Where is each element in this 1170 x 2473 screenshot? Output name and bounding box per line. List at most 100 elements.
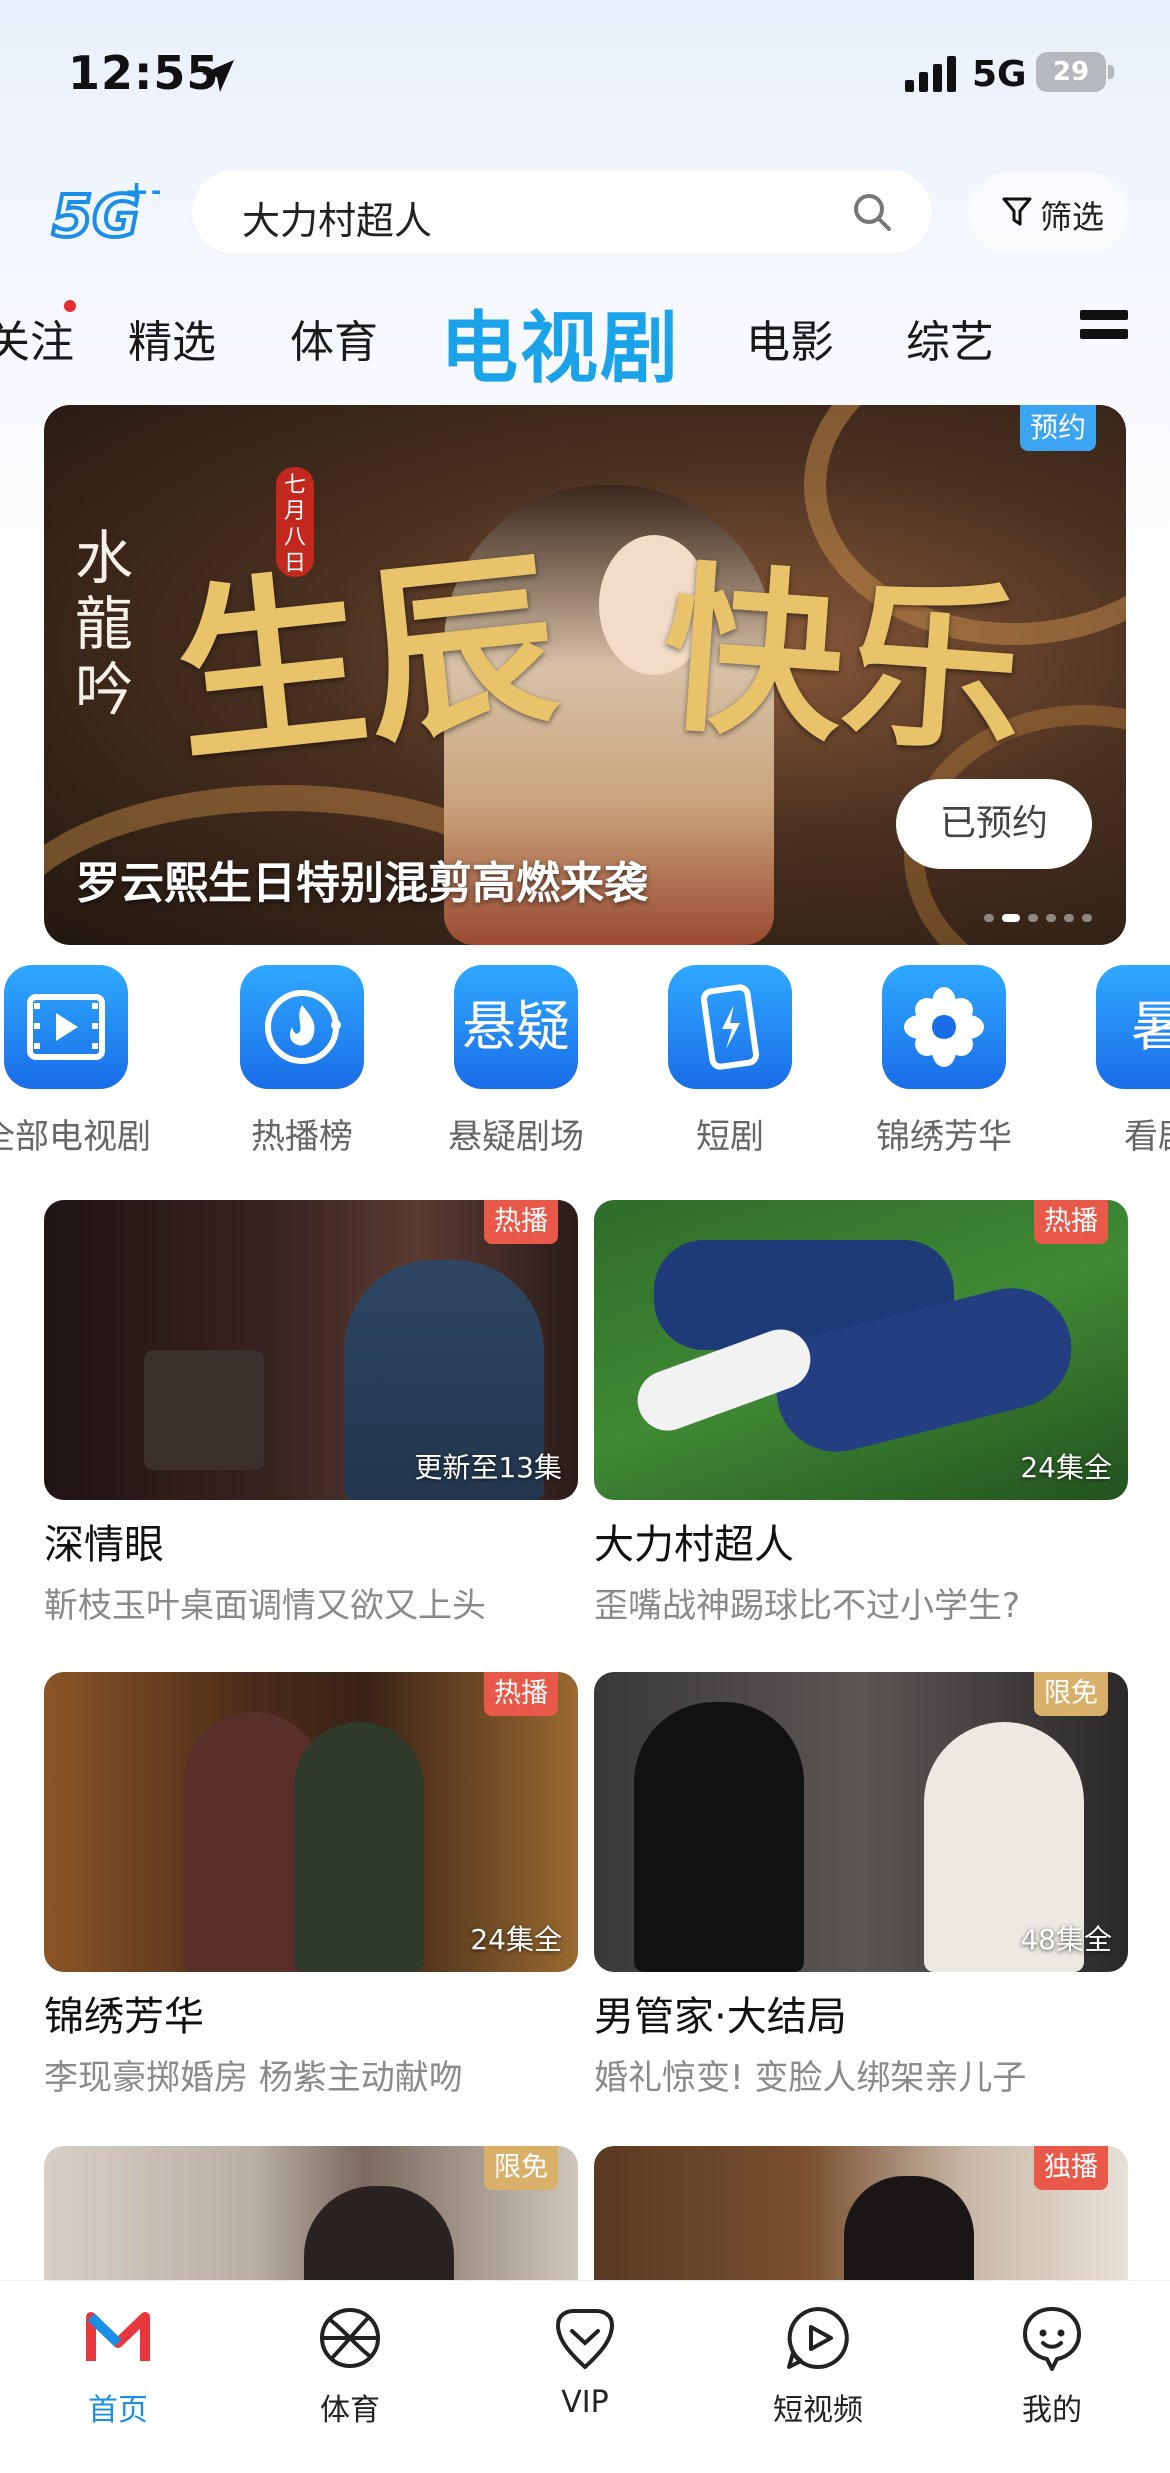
carousel-dot: [1046, 914, 1056, 922]
category-hot-list[interactable]: 热播榜: [202, 965, 402, 1158]
show-card[interactable]: 热播 更新至13集 深情眼 靳枝玉叶桌面调情又欲又上头: [44, 1200, 578, 1627]
tab-variety[interactable]: 综艺: [906, 306, 994, 370]
episode-count: 更新至13集: [414, 1451, 562, 1484]
svg-text:++: ++: [124, 175, 160, 210]
episode-count: 48集全: [1020, 1923, 1112, 1956]
nav-home[interactable]: 首页: [38, 2303, 198, 2429]
hot-badge: 热播: [1034, 1200, 1108, 1244]
banner-headline-right: 快乐: [655, 543, 1030, 780]
tab-featured[interactable]: 精选: [128, 306, 216, 370]
show-card[interactable]: 热播 24集全 锦绣芳华 李现豪掷婚房 杨紫主动献吻: [44, 1672, 578, 2099]
show-title: 大力村超人: [594, 1522, 794, 1568]
category-label: 悬疑剧场: [448, 1117, 584, 1157]
show-thumbnail: 限免: [44, 2146, 578, 2280]
show-subtitle: 婚礼惊变! 变脸人绑架亲儿子: [594, 2058, 1027, 2098]
flower-icon: [904, 987, 984, 1067]
show-card[interactable]: 限免 48集全 男管家·大结局 婚礼惊变! 变脸人绑架亲儿子: [594, 1672, 1128, 2099]
category-label: 短剧: [696, 1117, 764, 1157]
tab-follow[interactable]: 关注: [0, 306, 74, 370]
category-all-tv[interactable]: 全部电视剧: [0, 965, 166, 1158]
category-suspense[interactable]: 悬疑 悬疑剧场: [416, 965, 616, 1158]
signal-icon: [905, 56, 956, 92]
basketball-icon: [320, 2308, 380, 2368]
location-arrow-icon: [202, 60, 234, 92]
show-card[interactable]: 独播: [594, 2146, 1128, 2280]
vip-icon: [556, 2309, 614, 2369]
show-card[interactable]: 限免: [44, 2146, 578, 2280]
filter-button[interactable]: 筛选: [968, 172, 1128, 252]
tab-sports[interactable]: 体育: [290, 306, 378, 370]
category-jinxiu-fanghua[interactable]: 锦绣芳华: [844, 965, 1044, 1158]
carousel-dot: [1002, 914, 1020, 922]
nav-label: 短视频: [773, 2393, 863, 2428]
app-logo-icon: 5G ++: [50, 175, 160, 248]
show-title: 深情眼: [44, 1522, 164, 1568]
carousel-dot: [1028, 914, 1038, 922]
nav-sports[interactable]: 体育: [270, 2303, 430, 2429]
episode-count: 24集全: [1020, 1451, 1112, 1484]
show-thumbnail: 限免 48集全: [594, 1672, 1128, 1972]
nav-label: 我的: [1022, 2393, 1082, 2428]
carousel-dot: [984, 914, 994, 922]
nav-vip[interactable]: VIP: [505, 2303, 665, 2420]
category-tabs: 关注 精选 体育 电视剧 电影 综艺: [0, 280, 1170, 394]
battery-level: 29: [1052, 57, 1090, 87]
filter-label: 筛选: [1040, 198, 1105, 236]
show-thumbnail: 热播 24集全: [594, 1200, 1128, 1500]
carousel-dot: [1064, 914, 1074, 922]
episode-count: 24集全: [470, 1923, 562, 1956]
hero-banner[interactable]: 水龍吟 七月八日 生辰 快乐 预约 罗云熙生日特别混剪高燃来袭 已预约: [44, 405, 1126, 945]
nav-label: 首页: [88, 2393, 148, 2428]
free-badge: 限免: [484, 2146, 558, 2190]
profile-icon: [1023, 2307, 1081, 2371]
hot-badge: 热播: [484, 1200, 558, 1244]
category-short-drama[interactable]: 短剧: [630, 965, 830, 1158]
category-label: 看剧: [1124, 1117, 1170, 1157]
menu-icon[interactable]: [1080, 310, 1128, 350]
show-subtitle: 靳枝玉叶桌面调情又欲又上头: [44, 1586, 486, 1626]
play-circle-icon: [787, 2307, 849, 2369]
summer-icon: 暑: [1131, 995, 1170, 1058]
bottom-nav: 首页 体育 VIP 短视频 我的: [0, 2280, 1170, 2473]
category-label: 全部电视剧: [0, 1117, 151, 1157]
show-card[interactable]: 热播 24集全 大力村超人 歪嘴战神踢球比不过小学生?: [594, 1200, 1128, 1627]
search-bar[interactable]: 大力村超人: [192, 170, 932, 254]
show-title: 锦绣芳华: [44, 1994, 204, 2040]
nav-label: VIP: [561, 2385, 609, 2420]
search-input[interactable]: 大力村超人: [242, 190, 432, 245]
free-badge: 限免: [1034, 1672, 1108, 1716]
flame-icon: [265, 990, 341, 1064]
suspense-icon: 悬疑: [462, 995, 570, 1058]
tab-movies[interactable]: 电影: [746, 306, 834, 370]
show-thumbnail: 热播 24集全: [44, 1672, 578, 1972]
show-subtitle: 歪嘴战神踢球比不过小学生?: [594, 1586, 1021, 1626]
search-icon[interactable]: [852, 192, 892, 232]
battery-icon: 29: [1036, 52, 1114, 92]
phone-bolt-icon: [700, 984, 760, 1070]
status-bar: 12:55 5G 29: [0, 0, 1170, 150]
carousel-indicator: [976, 907, 1092, 922]
network-type: 5G: [972, 54, 1027, 95]
notification-dot: [64, 300, 76, 312]
nav-profile[interactable]: 我的: [972, 2303, 1132, 2429]
nav-short-video[interactable]: 短视频: [738, 2303, 898, 2429]
category-label: 锦绣芳华: [876, 1117, 1012, 1157]
category-label: 热播榜: [251, 1117, 353, 1157]
banner-caption: 罗云熙生日特别混剪高燃来袭: [76, 858, 648, 909]
nav-label: 体育: [320, 2393, 380, 2428]
banner-headline-left: 生辰: [165, 527, 567, 790]
banner-show-logo: 水龍吟: [74, 524, 133, 724]
filter-icon: [1002, 197, 1032, 226]
show-thumbnail: 热播 更新至13集: [44, 1200, 578, 1500]
banner-badge: 预约: [1019, 405, 1096, 451]
carousel-dot: [1082, 914, 1092, 922]
category-summer[interactable]: 暑 看剧: [1058, 965, 1170, 1158]
home-logo-icon: [86, 2312, 150, 2361]
tab-tv-series[interactable]: 电视剧: [440, 286, 680, 398]
reserved-button[interactable]: 已预约: [896, 779, 1092, 869]
show-title: 男管家·大结局: [594, 1994, 847, 2040]
film-icon: [27, 994, 105, 1060]
status-time: 12:55: [68, 46, 220, 100]
exclusive-badge: 独播: [1034, 2146, 1108, 2190]
hot-badge: 热播: [484, 1672, 558, 1716]
